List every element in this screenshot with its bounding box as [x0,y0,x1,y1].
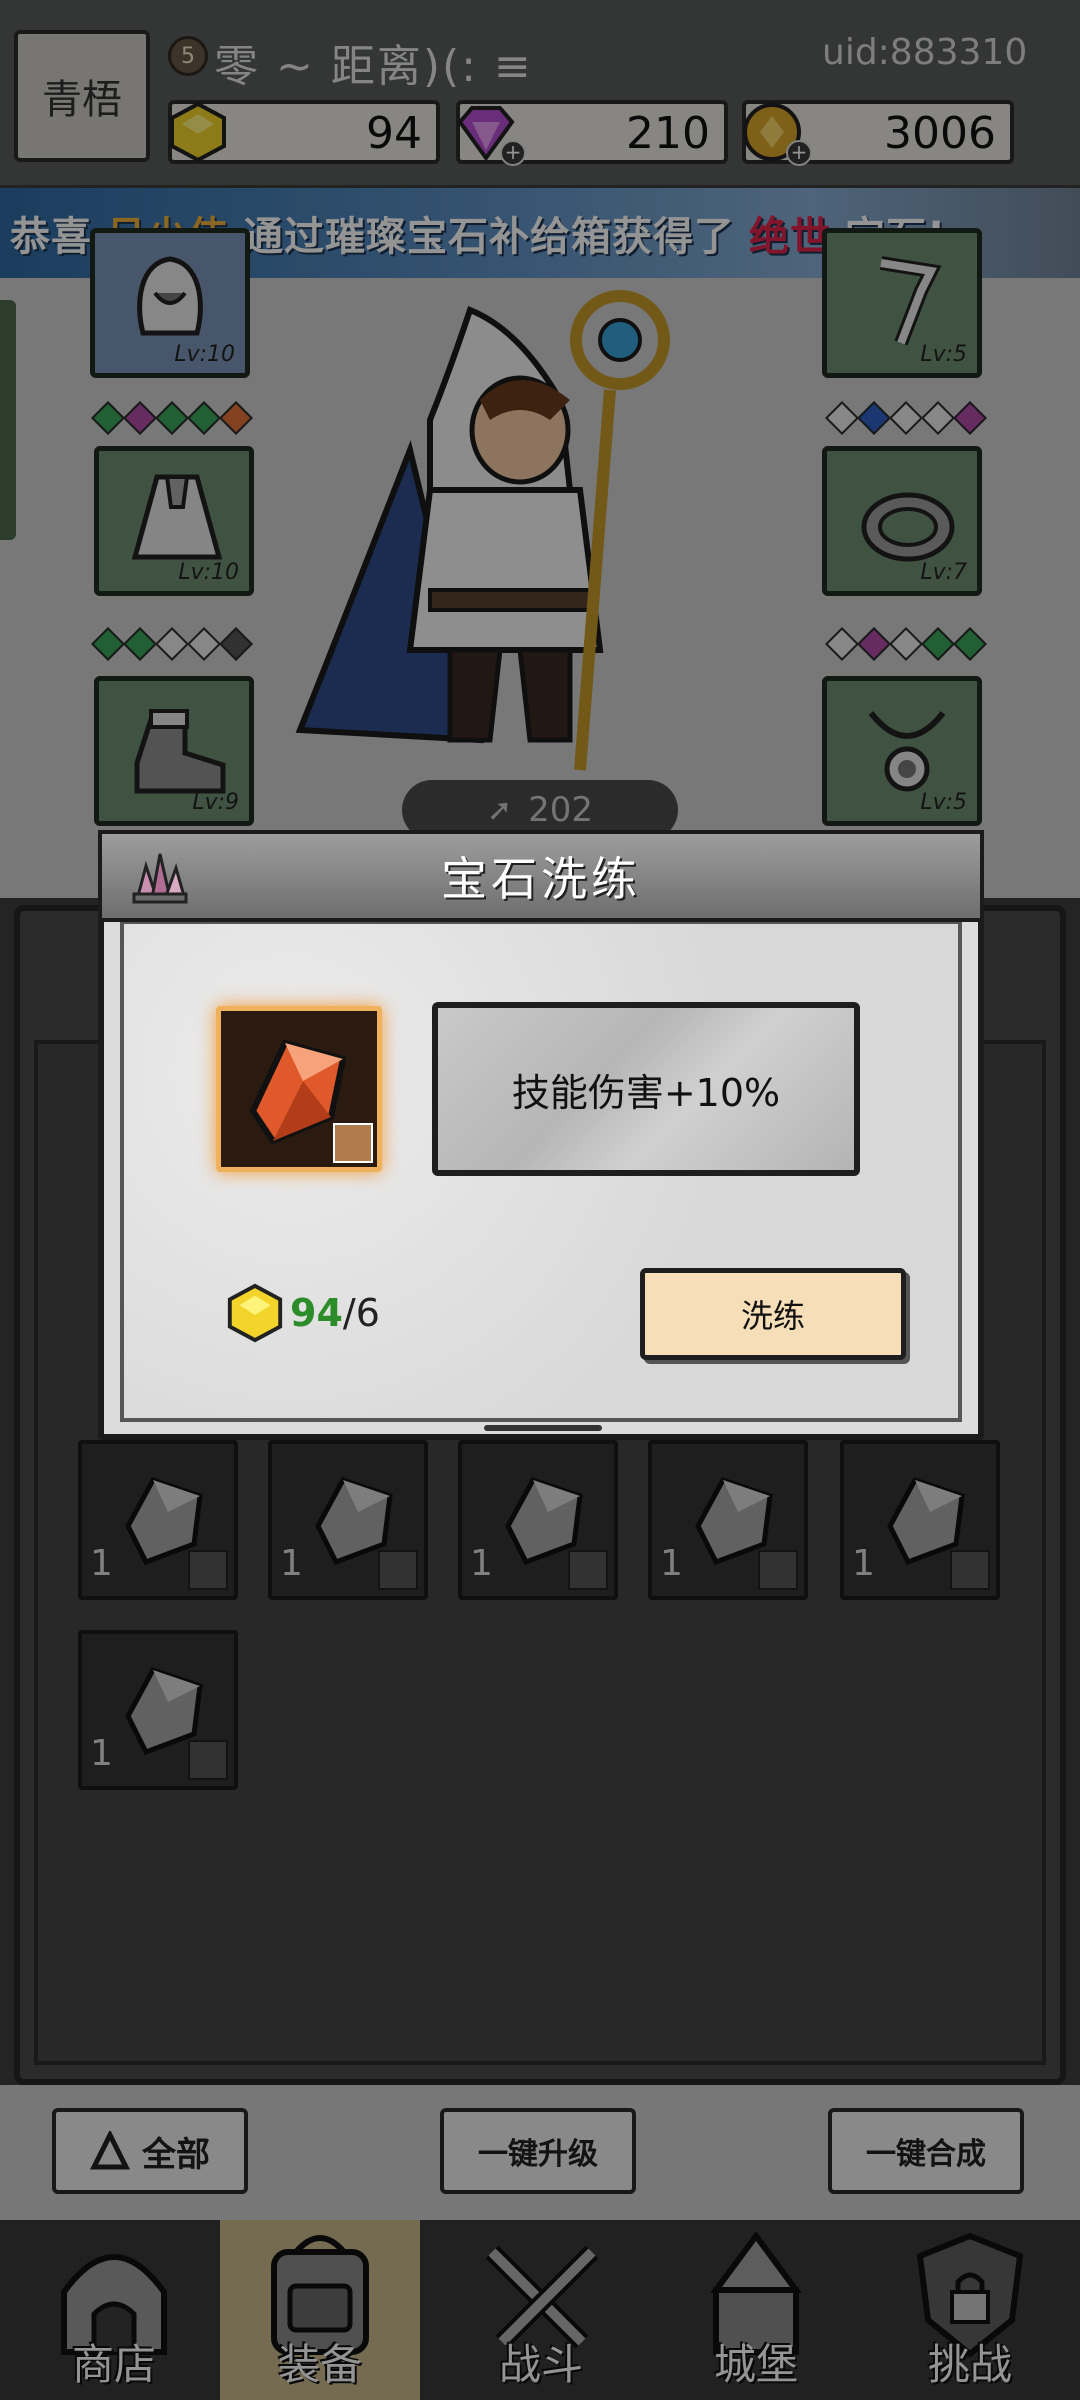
dialog-title: 宝石洗练 [98,830,984,922]
gold-gem-icon [227,1283,283,1343]
refine-button[interactable]: 洗练 [640,1268,906,1360]
dialog-handle [484,1425,602,1431]
gem-stat-text: 技能伤害+10% [511,1070,781,1115]
refine-button-label: 洗练 [740,1297,805,1335]
gem-stat-display: 技能伤害+10% [432,1002,860,1176]
crystal-cluster-icon [132,853,188,904]
selected-gem-slot[interactable] [216,1006,382,1172]
cost-required: /6 [342,1291,380,1335]
cost-owned: 94 [290,1291,343,1335]
gem-type-icon [333,1123,373,1163]
refine-cost: 94 /6 [224,1282,380,1344]
